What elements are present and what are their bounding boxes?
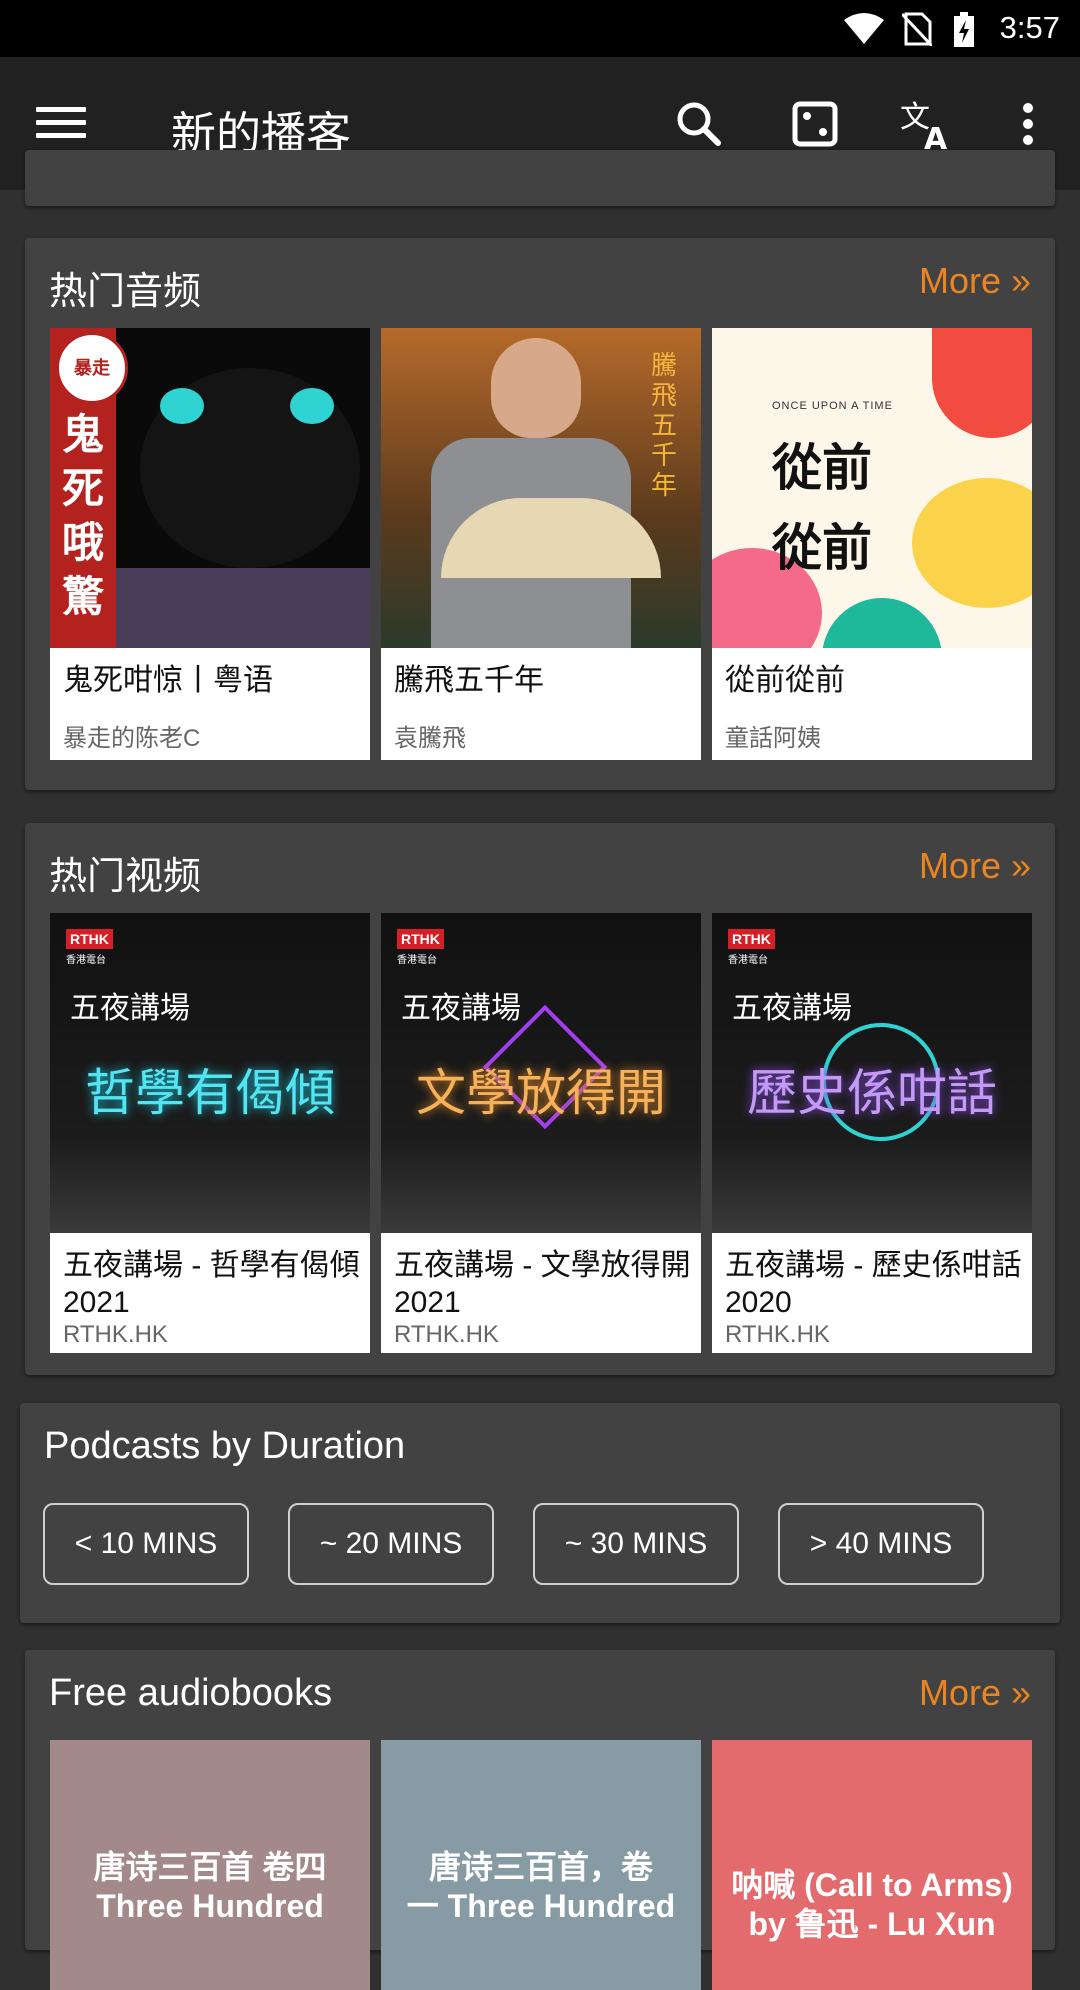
section-title: 热门视频 xyxy=(49,856,202,898)
podcast-tile[interactable]: 暴走 鬼死哦驚 鬼死咁惊丨粤语 暴走的陈老C xyxy=(50,328,370,760)
podcast-title: 從前從前 xyxy=(725,664,845,697)
podcast-tile[interactable]: 騰飛五千年 騰飛五千年 袁騰飛 xyxy=(381,328,701,760)
art-text: 鬼死哦驚 xyxy=(61,410,104,621)
art-text: 騰飛五千年 xyxy=(651,350,678,500)
audiobook-title-line2: 一 Three Hundred xyxy=(406,1888,676,1924)
wifi-icon xyxy=(844,13,884,44)
more-link[interactable]: More » xyxy=(919,1672,1031,1714)
translate-icon[interactable]: 文 A xyxy=(898,95,956,153)
podcast-author: 暴走的陈老C xyxy=(63,725,201,752)
podcast-tile[interactable]: RTHK 香港電台 五夜講場 歷史係咁話 五夜講場 - 歷史係咁話 2020 R… xyxy=(712,913,1032,1353)
podcast-author: RTHK.HK xyxy=(725,1321,830,1348)
section-title: Free audiobooks xyxy=(49,1672,333,1714)
audiobook-tile[interactable]: 呐喊 (Call to Arms) by 鲁迅 - Lu Xun xyxy=(712,1740,1032,1990)
podcast-title: 鬼死咁惊丨粤语 xyxy=(63,664,273,697)
podcast-artwork: 騰飛五千年 xyxy=(381,328,701,648)
podcast-author: 童話阿姨 xyxy=(725,725,821,752)
podcast-artwork: RTHK 香港電台 五夜講場 哲學有偈傾 xyxy=(50,913,370,1233)
status-time: 3:57 xyxy=(999,10,1060,45)
art-series: 五夜講場 xyxy=(70,992,190,1025)
podcast-artwork: RTHK 香港電台 五夜講場 歷史係咁話 xyxy=(712,913,1032,1233)
section-title: 热门音频 xyxy=(49,271,202,313)
podcast-tile[interactable]: RTHK 香港電台 五夜講場 哲學有偈傾 五夜講場 - 哲學有偈傾 2021 R… xyxy=(50,913,370,1353)
no-sim-icon xyxy=(902,12,932,46)
dice-icon[interactable] xyxy=(786,95,844,153)
svg-text:A: A xyxy=(924,122,948,153)
duration-button-10[interactable]: < 10 MINS xyxy=(43,1503,249,1585)
podcast-artwork: ONCE UPON A TIME 從前 從前 xyxy=(712,328,1032,648)
section-title: Podcasts by Duration xyxy=(44,1425,406,1467)
audiobook-title-line1: 唐诗三百首，卷 xyxy=(428,1849,653,1885)
menu-icon[interactable] xyxy=(36,99,86,149)
rthk-logo: RTHK xyxy=(397,929,444,949)
podcast-title: 騰飛五千年 xyxy=(394,664,544,697)
rthk-logo-sub: 香港電台 xyxy=(66,955,106,966)
art-small-text: ONCE UPON A TIME xyxy=(772,400,893,412)
battery-charging-icon xyxy=(954,12,974,47)
podcast-title: 五夜講場 - 文學放得開 2021 xyxy=(394,1249,691,1319)
popular-video-section: 热门视频 More » RTHK 香港電台 五夜講場 哲學有偈傾 五夜講場 - … xyxy=(25,823,1055,1375)
duration-button-30[interactable]: ~ 30 MINS xyxy=(533,1503,739,1585)
more-link[interactable]: More » xyxy=(919,845,1031,887)
podcast-title: 五夜講場 - 歷史係咁話 2020 xyxy=(725,1249,1022,1319)
podcast-author: RTHK.HK xyxy=(394,1321,499,1348)
duration-section: Podcasts by Duration < 10 MINS ~ 20 MINS… xyxy=(20,1403,1060,1623)
art-text: 文學放得開 xyxy=(416,1065,666,1121)
duration-button-40[interactable]: > 40 MINS xyxy=(778,1503,984,1585)
previous-card-edge xyxy=(25,150,1055,206)
status-bar: 3:57 xyxy=(0,0,1080,57)
art-text: 歷史係咁話 xyxy=(747,1065,997,1121)
more-link[interactable]: More » xyxy=(919,260,1031,302)
art-text: 哲學有偈傾 xyxy=(85,1065,335,1121)
art-series: 五夜講場 xyxy=(401,992,521,1025)
podcast-tile[interactable]: ONCE UPON A TIME 從前 從前 從前從前 童話阿姨 xyxy=(712,328,1032,760)
art-text: 從前 從前 xyxy=(772,440,872,576)
podcast-author: 袁騰飛 xyxy=(394,725,466,752)
rthk-logo: RTHK xyxy=(728,929,775,949)
rthk-logo: RTHK xyxy=(66,929,113,949)
audiobook-tile[interactable]: 唐诗三百首，卷 一 Three Hundred xyxy=(381,1740,701,1990)
art-badge: 暴走 xyxy=(56,332,128,404)
podcast-tile[interactable]: RTHK 香港電台 五夜講場 文學放得開 五夜講場 - 文學放得開 2021 R… xyxy=(381,913,701,1353)
rthk-logo-sub: 香港電台 xyxy=(728,955,768,966)
podcast-author: RTHK.HK xyxy=(63,1321,168,1348)
search-icon[interactable] xyxy=(670,95,728,153)
audiobooks-section: Free audiobooks More » 唐诗三百首 卷四 Three Hu… xyxy=(25,1650,1055,1990)
podcast-artwork: 暴走 鬼死哦驚 xyxy=(50,328,370,648)
audiobook-title-line2: by 鲁迅 - Lu Xun xyxy=(748,1906,996,1942)
audiobook-title-line1: 呐喊 (Call to Arms) xyxy=(731,1867,1013,1903)
rthk-logo-sub: 香港電台 xyxy=(397,955,437,966)
more-vert-icon[interactable] xyxy=(1000,95,1056,153)
audiobook-title-line1: 唐诗三百首 卷四 xyxy=(93,1849,327,1885)
podcast-title: 五夜講場 - 哲學有偈傾 2021 xyxy=(63,1249,360,1319)
popular-audio-section: 热门音频 More » 暴走 鬼死哦驚 鬼死咁惊丨粤语 暴走的陈老C 騰飛五千年… xyxy=(25,238,1055,790)
audiobook-tile[interactable]: 唐诗三百首 卷四 Three Hundred xyxy=(50,1740,370,1990)
audiobook-title-line2: Three Hundred xyxy=(96,1888,324,1924)
podcast-artwork: RTHK 香港電台 五夜講場 文學放得開 xyxy=(381,913,701,1233)
art-series: 五夜講場 xyxy=(732,992,852,1025)
duration-button-20[interactable]: ~ 20 MINS xyxy=(288,1503,494,1585)
